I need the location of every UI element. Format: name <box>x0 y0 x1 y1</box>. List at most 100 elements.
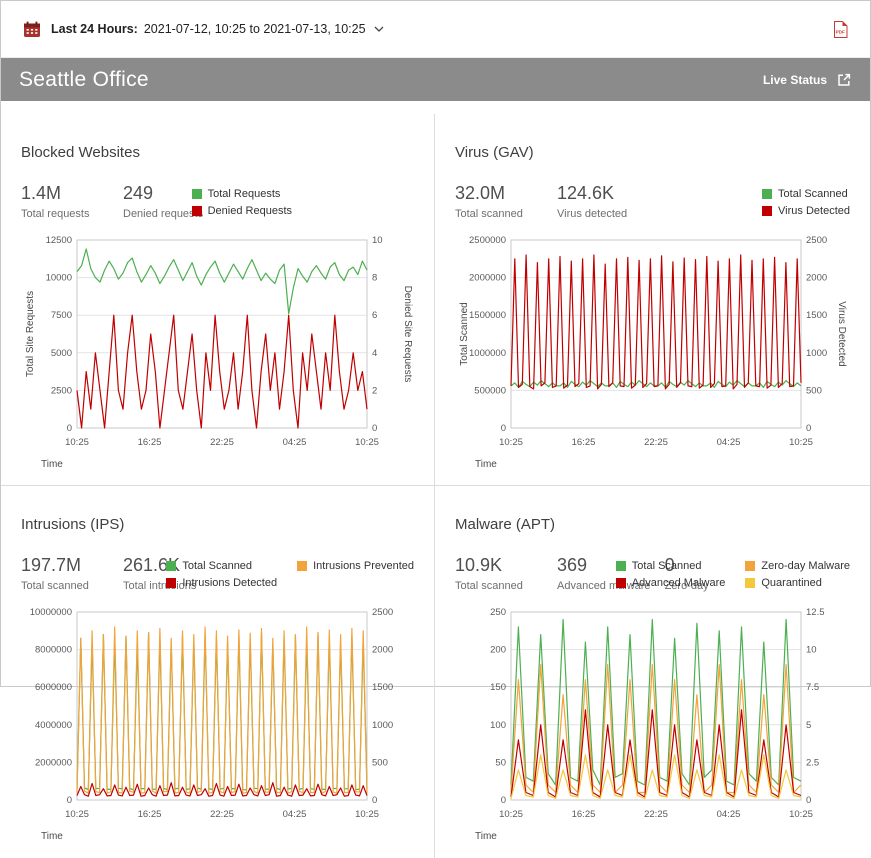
legend-label: Zero-day Malware <box>761 560 850 572</box>
svg-text:12500: 12500 <box>46 235 72 246</box>
stat-label: Virus detected <box>557 208 645 220</box>
legend-swatch-icon <box>192 189 202 199</box>
calendar-icon[interactable] <box>23 21 41 38</box>
svg-text:10:25: 10:25 <box>789 437 813 448</box>
svg-text:10:25: 10:25 <box>789 809 813 820</box>
pdf-icon: PDF <box>833 21 848 38</box>
legend-swatch-icon <box>166 578 176 588</box>
legend-label: Total Scanned <box>778 188 848 200</box>
live-status-button[interactable]: Live Status <box>763 72 852 88</box>
panel-title: Malware (APT) <box>455 516 850 533</box>
svg-text:2000: 2000 <box>806 273 827 284</box>
svg-text:2500: 2500 <box>51 385 72 396</box>
svg-text:7500: 7500 <box>51 310 72 321</box>
svg-text:04:25: 04:25 <box>283 809 307 820</box>
svg-text:50: 50 <box>495 757 506 768</box>
svg-text:2: 2 <box>372 385 377 396</box>
stat-value: 32.0M <box>455 183 543 204</box>
date-range-label: Last 24 Hours: <box>51 22 138 36</box>
site-header: Seattle Office Live Status <box>1 58 870 101</box>
chart-legend: Total Requests Denied Requests <box>192 188 292 217</box>
svg-text:Virus Detected: Virus Detected <box>836 301 847 366</box>
legend-item-virus-detected[interactable]: Virus Detected <box>762 205 850 217</box>
chart-legend: Total Scanned Intrusions Prevented Intru… <box>166 560 414 589</box>
svg-text:0: 0 <box>501 423 506 434</box>
legend-swatch-icon <box>745 578 755 588</box>
dashboard-panels: Blocked Websites 1.4M Total requests 249… <box>1 114 870 858</box>
virus-gav-chart: 0500000100000015000002000000250000005001… <box>455 234 847 474</box>
svg-text:1500: 1500 <box>806 310 827 321</box>
legend-item-zero-day-malware[interactable]: Zero-day Malware <box>745 560 850 572</box>
legend-item-advanced-malware[interactable]: Advanced Malware <box>616 577 726 589</box>
legend-label: Total Scanned <box>632 560 702 572</box>
dashboard-page: { "colors":{"header_bg":"#8b8b8b","green… <box>0 0 871 687</box>
legend-item-intrusions-prevented[interactable]: Intrusions Prevented <box>297 560 414 572</box>
svg-text:8000000: 8000000 <box>35 645 72 656</box>
svg-text:16:25: 16:25 <box>572 809 596 820</box>
legend-label: Quarantined <box>761 577 822 589</box>
legend-swatch-icon <box>745 561 755 571</box>
svg-text:2000000: 2000000 <box>469 273 506 284</box>
svg-text:6000000: 6000000 <box>35 682 72 693</box>
svg-text:10:25: 10:25 <box>65 437 89 448</box>
svg-text:4000000: 4000000 <box>35 720 72 731</box>
malware-apt-chart: 05010015020025002.557.51012.510:2516:252… <box>455 606 847 846</box>
live-status-label: Live Status <box>763 73 827 87</box>
svg-text:500000: 500000 <box>474 385 506 396</box>
legend-label: Denied Requests <box>208 205 292 217</box>
panel-malware-apt: Malware (APT) 10.9K Total scanned 369 Ad… <box>435 486 870 858</box>
svg-text:Time: Time <box>41 459 63 470</box>
legend-item-total-scanned[interactable]: Total Scanned <box>762 188 850 200</box>
legend-item-total-scanned[interactable]: Total Scanned <box>616 560 726 572</box>
stat-total-scanned: 32.0M Total scanned <box>455 183 543 220</box>
svg-text:Time: Time <box>475 831 497 842</box>
svg-text:1000000: 1000000 <box>469 348 506 359</box>
svg-text:10:25: 10:25 <box>65 809 89 820</box>
stat-value: 124.6K <box>557 183 645 204</box>
legend-item-total-requests[interactable]: Total Requests <box>192 188 292 200</box>
legend-item-total-scanned[interactable]: Total Scanned <box>166 560 277 572</box>
svg-text:5000: 5000 <box>51 348 72 359</box>
stat-value: 1.4M <box>21 183 109 204</box>
page-title: Seattle Office <box>19 68 763 92</box>
stat-label: Total scanned <box>21 580 109 592</box>
legend-item-intrusions-detected[interactable]: Intrusions Detected <box>166 577 277 589</box>
svg-text:5: 5 <box>806 720 811 731</box>
chart-legend: Total Scanned Virus Detected <box>762 188 850 217</box>
chart-legend: Total Scanned Zero-day Malware Advanced … <box>616 560 850 589</box>
svg-text:Total Scanned: Total Scanned <box>459 302 470 365</box>
date-range-value: 2021-07-12, 10:25 to 2021-07-13, 10:25 <box>144 22 366 36</box>
svg-text:0: 0 <box>67 795 72 806</box>
date-range-selector[interactable]: Last 24 Hours: 2021-07-12, 10:25 to 2021… <box>51 22 384 36</box>
svg-text:04:25: 04:25 <box>283 437 307 448</box>
legend-item-denied-requests[interactable]: Denied Requests <box>192 205 292 217</box>
legend-swatch-icon <box>616 578 626 588</box>
svg-text:2000: 2000 <box>372 645 393 656</box>
svg-text:8: 8 <box>372 273 377 284</box>
svg-text:4: 4 <box>372 348 377 359</box>
svg-text:2500000: 2500000 <box>469 235 506 246</box>
svg-text:500: 500 <box>372 757 388 768</box>
svg-text:22:25: 22:25 <box>210 809 234 820</box>
legend-item-quarantined[interactable]: Quarantined <box>745 577 850 589</box>
legend-label: Intrusions Detected <box>182 577 277 589</box>
svg-text:Denied Site Requests: Denied Site Requests <box>402 286 413 383</box>
legend-swatch-icon <box>762 189 772 199</box>
svg-text:22:25: 22:25 <box>210 437 234 448</box>
legend-label: Intrusions Prevented <box>313 560 414 572</box>
svg-text:10:25: 10:25 <box>355 809 379 820</box>
svg-text:10:25: 10:25 <box>355 437 379 448</box>
stat-label: Total requests <box>21 208 109 220</box>
panel-title: Intrusions (IPS) <box>21 516 414 533</box>
legend-swatch-icon <box>616 561 626 571</box>
svg-text:10:25: 10:25 <box>499 437 523 448</box>
svg-text:2500: 2500 <box>806 235 827 246</box>
panel-virus-gav: Virus (GAV) 32.0M Total scanned 124.6K V… <box>435 114 870 486</box>
svg-text:10:25: 10:25 <box>499 809 523 820</box>
top-bar: Last 24 Hours: 2021-07-12, 10:25 to 2021… <box>1 1 870 58</box>
legend-label: Virus Detected <box>778 205 850 217</box>
pdf-export-button[interactable]: PDF <box>833 21 848 38</box>
legend-label: Advanced Malware <box>632 577 726 589</box>
svg-text:10000: 10000 <box>46 273 72 284</box>
legend-swatch-icon <box>166 561 176 571</box>
